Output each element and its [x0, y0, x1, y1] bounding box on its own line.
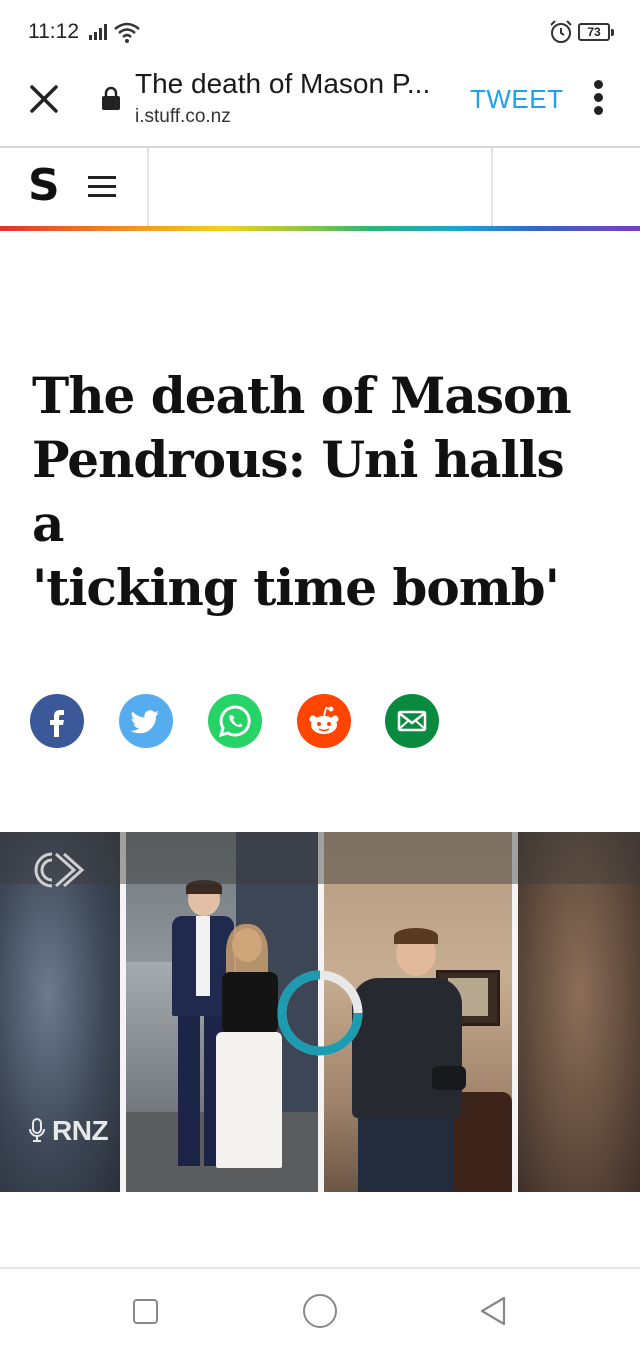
share-whatsapp-button[interactable]: [208, 694, 262, 748]
header-divider: [491, 148, 493, 226]
share-facebook-button[interactable]: [30, 694, 84, 748]
rainbow-accent-bar: [0, 226, 640, 231]
rnz-label: RNZ: [52, 1115, 109, 1146]
twitter-icon: [130, 710, 159, 734]
page-title: The death of Mason P...: [135, 68, 431, 99]
browser-toolbar: The death of Mason P... i.stuff.co.nz TW…: [0, 62, 640, 148]
whatsapp-icon: [218, 705, 251, 738]
alarm-icon: [550, 20, 572, 43]
video-top-overlay: [0, 832, 640, 884]
header-divider: [147, 148, 149, 226]
video-frame-panel: [518, 832, 640, 1192]
headline-line: 'ticking time bomb': [32, 558, 560, 617]
article-headline: The death of Mason Pendrous: Uni halls a…: [32, 364, 592, 620]
status-bar: 11:12 73: [0, 0, 640, 62]
share-twitter-button[interactable]: [119, 694, 173, 748]
status-time: 11:12: [28, 20, 79, 43]
share-email-button[interactable]: [385, 694, 439, 748]
signal-icon: [89, 24, 109, 40]
facebook-icon: [50, 710, 64, 737]
more-options-icon[interactable]: [588, 80, 610, 116]
hamburger-menu-icon[interactable]: [88, 174, 116, 200]
rnz-watermark: RNZ: [28, 1115, 109, 1147]
headline-line: Pendrous: Uni halls a: [32, 430, 565, 553]
system-nav-bar: [0, 1267, 640, 1351]
lock-icon: [102, 86, 120, 110]
home-icon[interactable]: [303, 1294, 337, 1328]
loading-spinner: [277, 970, 363, 1056]
headline-line: The death of Mason: [32, 366, 572, 425]
close-icon[interactable]: [24, 79, 64, 119]
tweet-button[interactable]: TWEET: [470, 84, 564, 115]
reddit-icon: [309, 706, 339, 734]
envelope-icon: [397, 710, 427, 732]
site-header: S: [0, 148, 640, 226]
microphone-icon: [29, 1118, 45, 1142]
recent-apps-icon[interactable]: [133, 1299, 158, 1324]
wifi-icon: [114, 22, 140, 43]
ck-logo-icon: [34, 852, 85, 888]
site-logo[interactable]: S: [28, 160, 60, 211]
page-url: i.stuff.co.nz: [135, 106, 231, 127]
battery-indicator: 73: [578, 23, 614, 41]
back-icon[interactable]: [478, 1295, 510, 1327]
share-reddit-button[interactable]: [297, 694, 351, 748]
